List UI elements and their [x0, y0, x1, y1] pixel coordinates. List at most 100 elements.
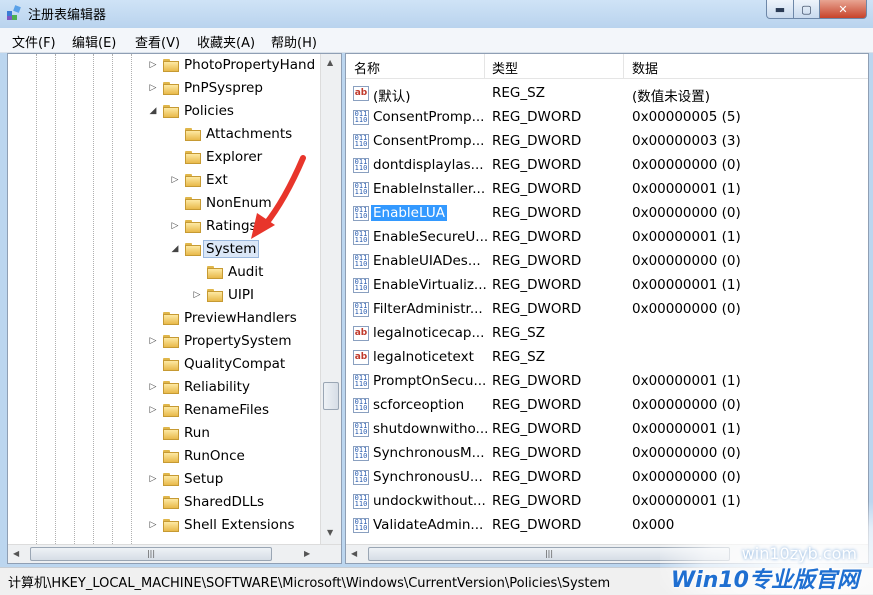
tree-item[interactable]: ▷ UIPI: [190, 284, 254, 306]
list-row[interactable]: 011 110 SynchronousU... REG_DWORD 0x00000000…: [346, 466, 868, 490]
tree-item[interactable]: ▷ PhotoPropertyHand: [146, 54, 316, 76]
list-row-selected[interactable]: 011 110 EnableLUA REG_DWORD 0x00000000 (0): [346, 202, 868, 226]
tree-guide-line: [36, 54, 37, 544]
tree-item-label: Shell Extensions: [184, 517, 295, 533]
scroll-right-icon[interactable]: ▶: [304, 549, 310, 558]
menu-file[interactable]: 文件(F): [12, 32, 56, 51]
folder-icon: [163, 81, 179, 95]
tree-item[interactable]: Attachments: [168, 123, 292, 145]
tree-item[interactable]: ▷ Setup: [146, 468, 224, 490]
column-divider[interactable]: [484, 54, 485, 78]
tree-item[interactable]: ▷ Ext: [168, 169, 228, 191]
tree-item-selected[interactable]: ◢ System: [168, 238, 260, 260]
folder-icon: [163, 495, 179, 509]
scroll-left-icon[interactable]: ◀: [13, 549, 19, 558]
column-header-data[interactable]: 数据: [632, 58, 658, 77]
tree-item[interactable]: SharedDLLs: [146, 491, 264, 513]
tree-item-label: PreviewHandlers: [184, 310, 297, 326]
expand-icon[interactable]: ▷: [146, 405, 160, 415]
tree-item[interactable]: ▷ PropertySystem: [146, 330, 292, 352]
collapse-icon[interactable]: ◢: [146, 106, 160, 116]
expand-icon[interactable]: ▷: [146, 336, 160, 346]
tree-item[interactable]: ◢ Policies: [146, 100, 234, 122]
tree-item-label: QualityCompat: [184, 356, 286, 372]
value-name: EnableUIADes...: [373, 253, 481, 269]
expand-icon[interactable]: ▷: [146, 474, 160, 484]
tree-vertical-scrollbar[interactable]: ▲ ▼: [320, 54, 341, 544]
tree-item[interactable]: ▷ PnPSysprep: [146, 77, 263, 99]
string-value-icon: ab: [353, 86, 369, 101]
menu-help[interactable]: 帮助(H): [271, 32, 317, 51]
tree-item[interactable]: ▷ Ratings: [168, 215, 257, 237]
tree-item-label: UIPI: [228, 287, 254, 303]
tree-item[interactable]: Audit: [190, 261, 263, 283]
scroll-thumb[interactable]: [323, 382, 339, 410]
dword-value-icon: 011 110: [353, 398, 369, 413]
dword-value-icon: 011 110: [353, 302, 369, 317]
tree-item-label: Run: [184, 425, 210, 441]
scroll-down-icon[interactable]: ▼: [327, 528, 333, 537]
expand-icon[interactable]: ▷: [146, 382, 160, 392]
value-type: REG_SZ: [492, 85, 545, 101]
value-data: 0x00000000 (0): [632, 445, 741, 461]
value-type: REG_DWORD: [492, 517, 582, 533]
tree-item[interactable]: ▷ RenameFiles: [146, 399, 269, 421]
list-row[interactable]: 011 110 EnableSecureU... REG_DWORD 0x0000000…: [346, 226, 868, 250]
column-divider[interactable]: [623, 54, 624, 78]
tree-item[interactable]: PreviewHandlers: [146, 307, 297, 329]
list-row[interactable]: 011 110 EnableVirtualiz... REG_DWORD 0x00000…: [346, 274, 868, 298]
tree-horizontal-scrollbar[interactable]: ◀ ||| ▶: [8, 544, 341, 563]
maximize-button[interactable]: ▢: [794, 0, 820, 19]
scroll-up-icon[interactable]: ▲: [327, 58, 333, 67]
expand-icon[interactable]: ▷: [146, 83, 160, 93]
dword-value-icon: 011 110: [353, 494, 369, 509]
menu-view[interactable]: 查看(V): [135, 32, 180, 51]
list-row[interactable]: 011 110 ConsentPromp... REG_DWORD 0x00000005…: [346, 106, 868, 130]
expand-icon[interactable]: ▷: [190, 290, 204, 300]
tree-item[interactable]: ▷ Reliability: [146, 376, 250, 398]
value-type: REG_DWORD: [492, 445, 582, 461]
list-row[interactable]: 011 110 PromptOnSecu... REG_DWORD 0x00000001…: [346, 370, 868, 394]
list-row[interactable]: 011 110 EnableInstaller... REG_DWORD 0x00000…: [346, 178, 868, 202]
list-row[interactable]: 011 110 EnableUIADes... REG_DWORD 0x00000000…: [346, 250, 868, 274]
dword-value-icon: 011 110: [353, 470, 369, 485]
list-row[interactable]: 011 110 ConsentPromp... REG_DWORD 0x00000003…: [346, 130, 868, 154]
menu-favorites[interactable]: 收藏夹(A): [197, 32, 255, 51]
value-data: 0x00000001 (1): [632, 181, 741, 197]
value-data: 0x00000000 (0): [632, 157, 741, 173]
menu-edit[interactable]: 编辑(E): [72, 32, 116, 51]
column-header-type[interactable]: 类型: [492, 58, 518, 77]
tree-item[interactable]: QualityCompat: [146, 353, 285, 375]
value-type: REG_DWORD: [492, 109, 582, 125]
tree-item-label: Audit: [228, 264, 264, 280]
value-type: REG_DWORD: [492, 253, 582, 269]
list-row[interactable]: ab (默认) REG_SZ (数值未设置): [346, 82, 868, 106]
tree-item[interactable]: ▷ Shell Extensions: [146, 514, 295, 536]
list-header: 名称 类型 数据: [346, 54, 868, 79]
folder-icon: [185, 173, 201, 187]
list-row[interactable]: ab legalnoticecap... REG_SZ: [346, 322, 868, 346]
collapse-icon[interactable]: ◢: [168, 244, 182, 254]
minimize-button[interactable]: ▬: [766, 0, 794, 19]
scroll-thumb[interactable]: |||: [30, 547, 272, 561]
expand-icon[interactable]: ▷: [168, 175, 182, 185]
column-header-name[interactable]: 名称: [354, 58, 380, 77]
list-row[interactable]: 011 110 shutdownwitho... REG_DWORD 0x0000000…: [346, 418, 868, 442]
values-list[interactable]: 名称 类型 数据 ab (默认) REG_SZ (数值未设置) 011 110 Conse…: [345, 53, 869, 564]
expand-icon[interactable]: ▷: [168, 221, 182, 231]
close-button[interactable]: ✕: [820, 0, 867, 19]
list-row[interactable]: 011 110 SynchronousM... REG_DWORD 0x00000000…: [346, 442, 868, 466]
value-type: REG_DWORD: [492, 277, 582, 293]
tree-item[interactable]: RunOnce: [146, 445, 245, 467]
list-row[interactable]: 011 110 dontdisplaylas... REG_DWORD 0x000000…: [346, 154, 868, 178]
registry-tree[interactable]: ▷ PhotoPropertyHand ▷ PnPSysprep ◢ Policies…: [7, 53, 342, 564]
scroll-left-icon[interactable]: ◀: [351, 549, 357, 558]
expand-icon[interactable]: ▷: [146, 520, 160, 530]
dword-value-icon: 011 110: [353, 134, 369, 149]
dword-value-icon: 011 110: [353, 446, 369, 461]
list-row[interactable]: 011 110 FilterAdministr... REG_DWORD 0x00000…: [346, 298, 868, 322]
expand-icon[interactable]: ▷: [146, 60, 160, 70]
list-row[interactable]: ab legalnoticetext REG_SZ: [346, 346, 868, 370]
tree-item[interactable]: Run: [146, 422, 210, 444]
list-row[interactable]: 011 110 scforceoption REG_DWORD 0x00000000 (…: [346, 394, 868, 418]
